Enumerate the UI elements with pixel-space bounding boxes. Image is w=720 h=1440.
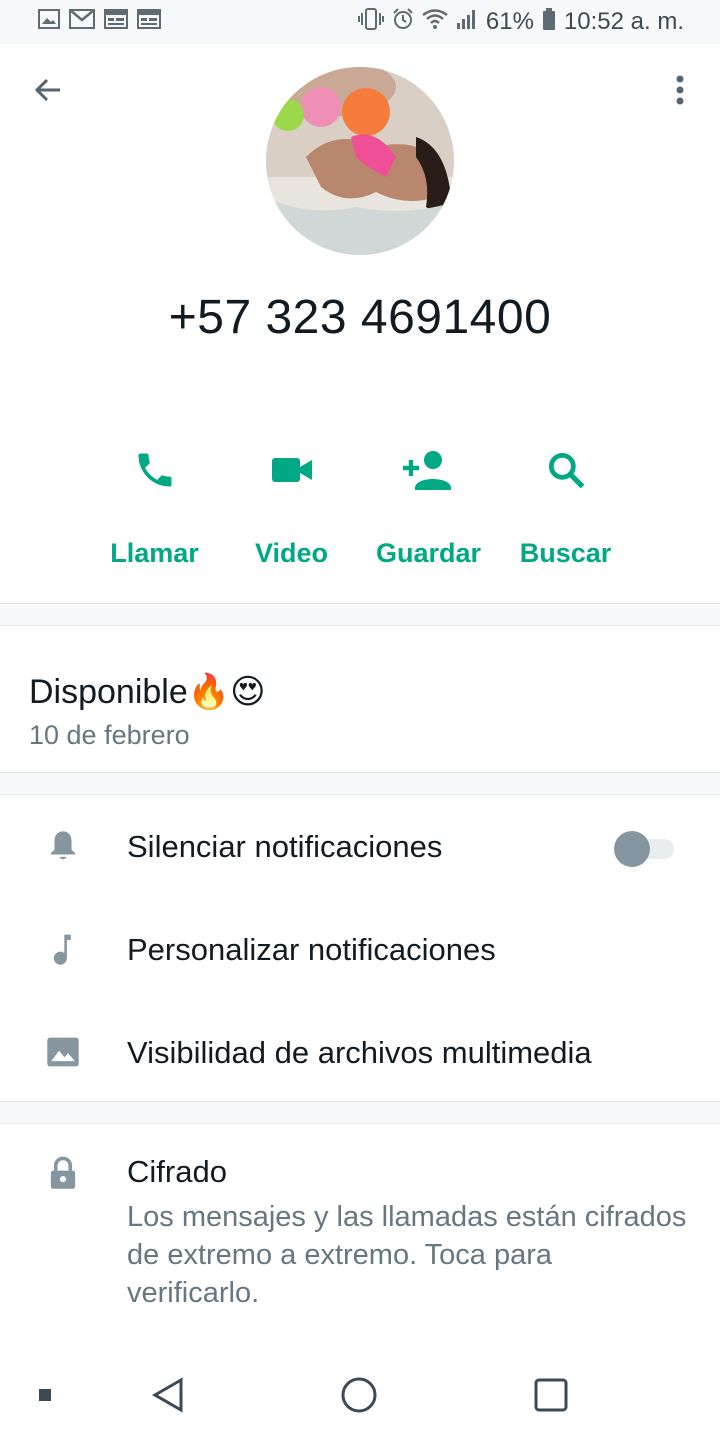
- search-button[interactable]: Buscar: [497, 444, 634, 574]
- custom-notifications-label: Personalizar notificaciones: [127, 932, 496, 967]
- about-section[interactable]: Disponible🔥😍 10 de febrero: [0, 625, 720, 773]
- encryption-title: Cifrado: [127, 1154, 227, 1189]
- nav-home-button[interactable]: [337, 1375, 381, 1419]
- music-note-icon: [44, 930, 82, 968]
- about-status: Disponible🔥😍: [29, 673, 266, 711]
- square-recents-icon: [533, 1377, 569, 1418]
- toggle-thumb: [614, 831, 650, 867]
- bell-icon: [44, 827, 82, 865]
- video-label: Video: [254, 538, 329, 568]
- search-icon: [540, 444, 592, 496]
- custom-notifications-row[interactable]: Personalizar notificaciones: [0, 898, 720, 998]
- call-button[interactable]: Llamar: [86, 444, 223, 574]
- battery-icon: [542, 7, 556, 37]
- videocam-icon: [266, 444, 318, 496]
- image-icon: [44, 1033, 82, 1071]
- profile-header: +57 323 4691400 Llamar Video Guardar Bus…: [0, 44, 720, 604]
- person-add-icon: [402, 444, 455, 496]
- nav-recents-button[interactable]: [529, 1375, 573, 1419]
- lock-icon: [44, 1154, 82, 1192]
- more-options-button[interactable]: [662, 72, 698, 112]
- mute-notifications-label: Silenciar notificaciones: [127, 829, 443, 864]
- media-visibility-row[interactable]: Visibilidad de archivos multimedia: [0, 1001, 720, 1101]
- video-button[interactable]: Video: [223, 444, 360, 574]
- status-bar-left: [38, 8, 161, 36]
- signal-icon: [456, 8, 478, 36]
- triangle-back-icon: [151, 1376, 185, 1418]
- avatar[interactable]: [266, 67, 454, 255]
- encryption-section[interactable]: Cifrado Los mensajes y las llamadas está…: [0, 1123, 720, 1353]
- phone-number: +57 323 4691400: [168, 291, 552, 344]
- status-bar: 61% 10:52 a. m.: [0, 0, 720, 44]
- search-label: Buscar: [519, 538, 612, 568]
- alarm-icon: [392, 7, 414, 37]
- back-button[interactable]: [28, 72, 68, 112]
- gmail-icon: [69, 8, 95, 36]
- encryption-description: Los mensajes y las llamadas están cifrad…: [127, 1201, 687, 1309]
- avatar-image: [266, 67, 454, 255]
- mute-notifications-row[interactable]: Silenciar notificaciones: [0, 795, 720, 895]
- calendar-icon: [137, 8, 161, 36]
- status-bar-right: 61% 10:52 a. m.: [357, 7, 684, 37]
- nav-dot-button[interactable]: [23, 1375, 67, 1419]
- square-dot-icon: [38, 1388, 52, 1407]
- media-visibility-label: Visibilidad de archivos multimedia: [127, 1035, 592, 1070]
- mute-toggle[interactable]: [614, 831, 674, 867]
- nav-back-button[interactable]: [146, 1375, 190, 1419]
- circle-home-icon: [340, 1376, 378, 1419]
- settings-list: Silenciar notificaciones Personalizar no…: [0, 794, 720, 1102]
- status-time: 10:52 a. m.: [563, 8, 684, 35]
- image-notification-icon: [38, 8, 60, 36]
- vibrate-icon: [357, 7, 384, 37]
- battery-percent: 61%: [485, 8, 534, 35]
- wifi-icon: [422, 8, 448, 36]
- system-nav-bar: [0, 1353, 720, 1440]
- call-label: Llamar: [110, 538, 199, 568]
- save-label: Guardar: [375, 538, 482, 568]
- arrow-back-icon: [32, 74, 64, 111]
- about-date: 10 de febrero: [29, 720, 190, 750]
- action-buttons: Llamar Video Guardar Buscar: [86, 444, 634, 574]
- phone-icon: [129, 444, 181, 496]
- more-vert-icon: [675, 75, 685, 110]
- calendar-icon: [104, 8, 128, 36]
- save-contact-button[interactable]: Guardar: [360, 444, 497, 574]
